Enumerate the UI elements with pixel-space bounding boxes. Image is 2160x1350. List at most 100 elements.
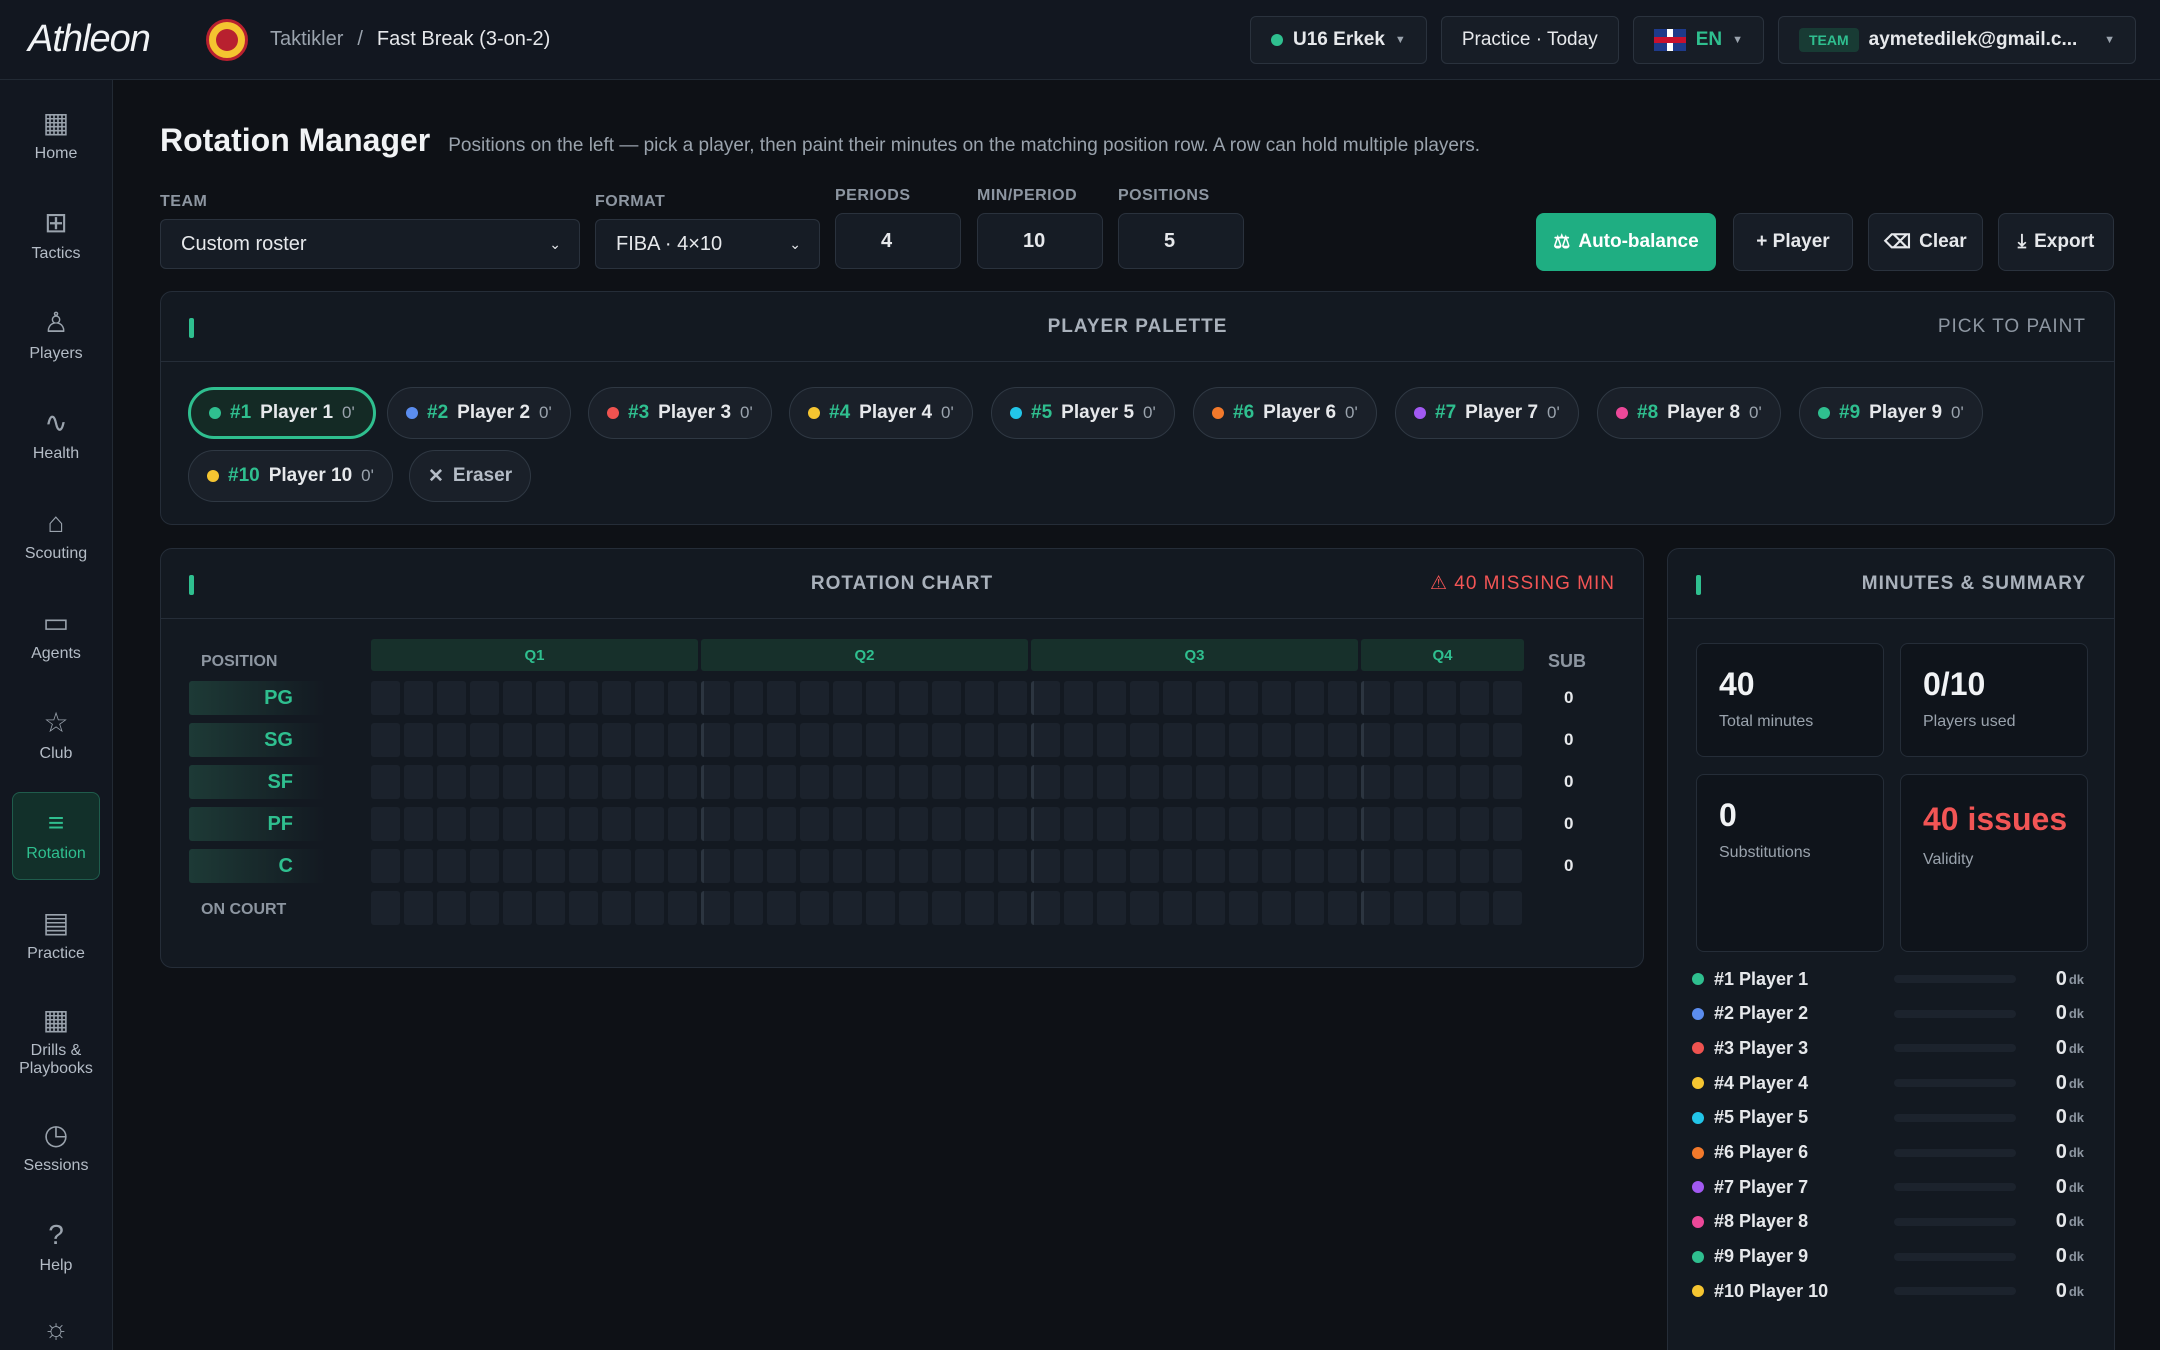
minute-cell[interactable] (1064, 807, 1093, 841)
player-chip[interactable]: #9 Player 9 0' (1799, 387, 1983, 439)
add-player-button[interactable]: + Player (1733, 213, 1853, 271)
minute-cell[interactable] (965, 681, 994, 715)
practice-button[interactable]: Practice · Today (1440, 16, 1619, 64)
minute-cell[interactable] (1427, 681, 1456, 715)
minute-cell[interactable] (470, 765, 499, 799)
minute-cell[interactable] (1031, 765, 1060, 799)
sidebar-item-settings[interactable]: ☼ (12, 1304, 100, 1350)
minute-cell[interactable] (503, 765, 532, 799)
minute-cell[interactable] (1163, 849, 1192, 883)
minute-cell[interactable] (1262, 681, 1291, 715)
breadcrumb-section[interactable]: Taktikler (270, 28, 343, 51)
minute-cell[interactable] (503, 807, 532, 841)
minute-cell[interactable] (569, 807, 598, 841)
minute-cell[interactable] (866, 723, 895, 757)
minute-cell[interactable] (1361, 681, 1390, 715)
minute-cell[interactable] (998, 849, 1027, 883)
format-select[interactable]: FIBA · 4×10 ⌄ (595, 219, 820, 269)
minute-cell[interactable] (1394, 807, 1423, 841)
minute-cell[interactable] (833, 849, 862, 883)
minute-cell[interactable] (668, 807, 697, 841)
minute-cell[interactable] (602, 765, 631, 799)
minute-cell[interactable] (1361, 849, 1390, 883)
sidebar-item-agents[interactable]: ▭ Agents (12, 592, 100, 680)
minute-cell[interactable] (536, 681, 565, 715)
minute-cell[interactable] (833, 681, 862, 715)
minute-cell[interactable] (602, 849, 631, 883)
minute-cell[interactable] (1262, 807, 1291, 841)
minute-cell[interactable] (1394, 723, 1423, 757)
minute-cell[interactable] (767, 765, 796, 799)
player-chip[interactable]: #6 Player 6 0' (1193, 387, 1377, 439)
minute-cell[interactable] (569, 723, 598, 757)
minute-cell[interactable] (1493, 807, 1522, 841)
minute-cell[interactable] (1130, 723, 1159, 757)
minute-cell[interactable] (899, 765, 928, 799)
account-menu[interactable]: TEAM aymetedilek@gmail.c... ▼ (1778, 16, 2136, 64)
player-chip[interactable]: #10 Player 10 0' (188, 450, 393, 502)
minute-cell[interactable] (965, 765, 994, 799)
minute-cell[interactable] (1163, 765, 1192, 799)
minute-cell[interactable] (1328, 723, 1357, 757)
minute-cell[interactable] (998, 723, 1027, 757)
player-chip[interactable]: #1 Player 1 0' (188, 387, 376, 439)
minute-cell[interactable] (1361, 807, 1390, 841)
minute-cell[interactable] (998, 765, 1027, 799)
minute-cell[interactable] (998, 681, 1027, 715)
minute-cell[interactable] (932, 765, 961, 799)
minute-cell[interactable] (767, 723, 796, 757)
minute-cell[interactable] (701, 723, 730, 757)
minute-cell[interactable] (1493, 681, 1522, 715)
minute-cell[interactable] (503, 723, 532, 757)
minute-cell[interactable] (1262, 723, 1291, 757)
minute-cell[interactable] (470, 807, 499, 841)
minute-cell[interactable] (602, 681, 631, 715)
eraser-chip[interactable]: ✕ Eraser (409, 450, 532, 502)
minute-cell[interactable] (1130, 849, 1159, 883)
minute-cell[interactable] (1328, 765, 1357, 799)
periods-input[interactable]: 4 (835, 213, 961, 269)
minute-cell[interactable] (1163, 723, 1192, 757)
minute-cell[interactable] (998, 807, 1027, 841)
minute-cell[interactable] (1229, 681, 1258, 715)
minute-cell[interactable] (404, 807, 433, 841)
minute-cell[interactable] (1196, 849, 1225, 883)
minute-cell[interactable] (437, 681, 466, 715)
minute-cell[interactable] (668, 723, 697, 757)
minute-cell[interactable] (1427, 765, 1456, 799)
export-button[interactable]: ⤓ Export (1998, 213, 2114, 271)
team-selector[interactable]: U16 Erkek ▼ (1250, 16, 1427, 64)
minute-cell[interactable] (899, 723, 928, 757)
minute-cell[interactable] (371, 681, 400, 715)
minute-cell[interactable] (1064, 681, 1093, 715)
minute-cell[interactable] (1064, 723, 1093, 757)
minute-cell[interactable] (965, 807, 994, 841)
sidebar-item-sessions[interactable]: ◷ Sessions (12, 1104, 100, 1192)
minute-cell[interactable] (1229, 849, 1258, 883)
minute-cell[interactable] (1262, 765, 1291, 799)
minute-cell[interactable] (1031, 723, 1060, 757)
minute-cell[interactable] (899, 681, 928, 715)
sidebar-item-drills[interactable]: ▦ Drills & Playbooks (12, 992, 100, 1092)
minute-cell[interactable] (1031, 807, 1060, 841)
minute-cell[interactable] (800, 807, 829, 841)
minute-cell[interactable] (833, 723, 862, 757)
positions-input[interactable]: 5 (1118, 213, 1244, 269)
minute-cell[interactable] (1097, 807, 1126, 841)
minute-cell[interactable] (1229, 807, 1258, 841)
minute-cell[interactable] (1427, 723, 1456, 757)
clear-button[interactable]: ⌫ Clear (1868, 213, 1983, 271)
minute-cell[interactable] (1427, 807, 1456, 841)
minute-cell[interactable] (1262, 849, 1291, 883)
minute-cell[interactable] (800, 849, 829, 883)
minute-cell[interactable] (1295, 681, 1324, 715)
minute-cell[interactable] (800, 723, 829, 757)
minute-cell[interactable] (1196, 765, 1225, 799)
minute-cell[interactable] (602, 807, 631, 841)
minute-cell[interactable] (1097, 681, 1126, 715)
minute-cell[interactable] (800, 765, 829, 799)
minute-cell[interactable] (371, 765, 400, 799)
minute-cell[interactable] (1460, 765, 1489, 799)
minute-cell[interactable] (833, 765, 862, 799)
minute-cell[interactable] (1064, 765, 1093, 799)
